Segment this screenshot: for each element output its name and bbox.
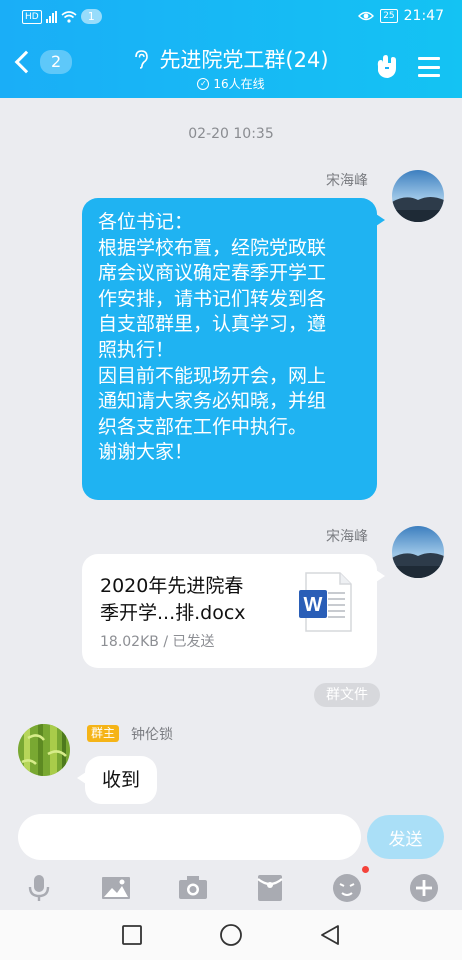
signal-icon [45, 10, 57, 23]
online-icon: ✓ [197, 77, 210, 90]
message-line: 自支部群里，认真学习，遵 [98, 313, 327, 336]
file-name-line: 2020年先进院春 [100, 575, 244, 597]
system-nav-bar [0, 910, 462, 960]
message-bubble[interactable]: 收到 [77, 756, 157, 804]
avatar[interactable] [392, 526, 444, 578]
file-message[interactable]: 2020年先进院春 季开学...排.docx 18.02KB / 已发送 W [82, 554, 385, 668]
back-nav-button[interactable] [318, 923, 342, 947]
file-meta: 18.02KB / 已发送 [100, 634, 215, 650]
menu-icon[interactable] [418, 57, 440, 77]
recent-apps-button[interactable] [120, 923, 144, 947]
status-left: HD 1 [22, 9, 102, 24]
message-timestamp: 02-20 10:35 [188, 126, 274, 142]
owner-badge: 群主 [87, 725, 120, 742]
message-line: 根据学校布置，经院党政联 [98, 236, 327, 259]
message-line: 织各支部在工作中执行。 [98, 415, 308, 438]
send-button[interactable]: 发送 [367, 815, 444, 859]
hand-gesture-icon[interactable] [374, 54, 400, 80]
ear-icon [135, 50, 149, 69]
plus-icon[interactable] [408, 872, 440, 904]
message-line: 因目前不能现场开会，网上 [98, 364, 327, 387]
notification-count: 1 [80, 9, 102, 24]
avatar[interactable] [18, 724, 70, 776]
file-name-line: 季开学...排.docx [100, 602, 246, 624]
status-bar: HD 1 25 21:47 [0, 0, 462, 34]
red-packet-icon[interactable] [254, 872, 286, 904]
hd-icon: HD [22, 9, 42, 24]
status-right: 25 21:47 [358, 8, 444, 24]
sender-name: 宋海峰 [326, 173, 368, 189]
home-button[interactable] [219, 923, 243, 947]
message-line: 各位书记： [98, 211, 194, 233]
message-line: 谢谢大家！ [98, 441, 194, 464]
sender-name: 宋海峰 [326, 529, 368, 545]
image-icon[interactable] [100, 872, 132, 904]
emoji-icon[interactable] [331, 872, 363, 904]
avatar[interactable] [392, 170, 444, 222]
message-input[interactable] [18, 814, 361, 860]
message-line: 席会议商议确定春季开学工 [98, 262, 327, 285]
message-line: 作安排，请书记们转发到各 [98, 287, 327, 310]
online-count: 16人在线 [213, 77, 265, 91]
microphone-icon[interactable] [23, 872, 55, 904]
clock: 21:47 [403, 8, 444, 24]
message-line: 通知请大家务必知晓，并组 [98, 390, 327, 413]
input-toolbar [0, 866, 462, 908]
sender-name: 钟伦锁 [131, 727, 173, 743]
message-bubble[interactable]: 各位书记： 根据学校布置，经院党政联 席会议商议确定春季开学工 作安排，请书记们… [82, 198, 385, 500]
eye-icon [358, 11, 375, 21]
page-title: 先进院党工群(24) [159, 48, 329, 72]
word-letter: W [304, 594, 323, 616]
chat-header: HD 1 25 21:47 2 先进院党工群(24) ✓ 16人在线 [0, 0, 462, 98]
message-line: 照执行！ [98, 338, 175, 361]
word-document-icon: W [299, 572, 352, 632]
new-indicator-dot [362, 866, 369, 873]
battery-icon: 25 [380, 9, 398, 23]
file-name: 2020年先进院春 季开学...排.docx [100, 573, 280, 627]
camera-icon[interactable] [177, 872, 209, 904]
group-file-tag[interactable]: 群文件 [314, 683, 380, 707]
wifi-icon [61, 10, 77, 23]
